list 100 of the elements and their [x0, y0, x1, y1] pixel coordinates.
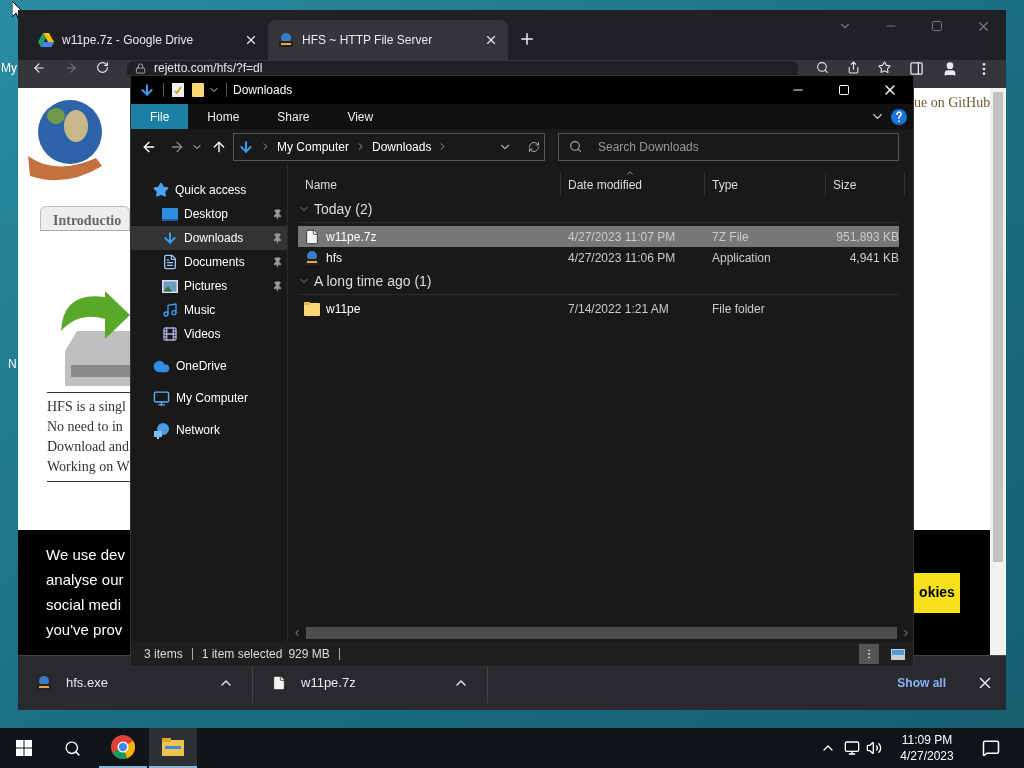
file-icon [271, 675, 287, 691]
app-icon [304, 249, 320, 266]
forward-icon[interactable] [64, 61, 78, 75]
cookie-text-line: We use dev [46, 545, 125, 565]
status-text: 929 MB [288, 646, 330, 663]
column-header[interactable]: Type [705, 173, 826, 196]
film-icon [162, 326, 178, 342]
hfs-icon [278, 32, 294, 48]
scroll-left-icon[interactable] [292, 628, 302, 638]
file-row[interactable]: w11pe 7/14/2022 1:21 AM File folder [298, 298, 899, 319]
scroll-right-icon[interactable] [901, 628, 911, 638]
nav-item[interactable]: Videos [131, 322, 287, 346]
address-bar[interactable]: rejetto.com/hfs/?f=dl [127, 61, 798, 75]
nav-item[interactable]: Network [131, 418, 287, 442]
intro-text-line: No need to in [47, 418, 124, 436]
nav-tab[interactable]: Introductio [40, 206, 130, 230]
desktop-icon-label: My [1, 60, 17, 77]
pin-icon[interactable] [272, 280, 283, 292]
browser-tab[interactable]: HFS ~ HTTP File Server [268, 20, 508, 60]
nav-item[interactable]: Quick access [131, 178, 287, 202]
group-header[interactable]: A long time ago (1) [298, 268, 899, 295]
windows-logo-icon[interactable] [16, 740, 32, 756]
window-title: Downloads [233, 82, 293, 99]
file-row[interactable]: hfs 4/27/2023 11:06 PM Application 4,941 KB [298, 247, 899, 268]
accept-cookies-button[interactable]: okies [914, 572, 960, 613]
pin-icon[interactable] [272, 232, 283, 244]
search-field[interactable]: Search Downloads [558, 132, 899, 161]
browser-tab[interactable]: w11pe.7z - Google Drive [28, 20, 268, 60]
close-tab-icon [484, 33, 498, 47]
ribbon-tab[interactable]: Home [188, 104, 259, 129]
search-icon[interactable] [816, 61, 829, 74]
clock[interactable]: 11:09 PM 4/27/2023 [892, 732, 962, 764]
tab-title: w11pe.7z - Google Drive [62, 32, 195, 49]
pictures-icon [162, 279, 178, 293]
network-icon [153, 421, 170, 439]
ribbon-tab[interactable]: File [131, 104, 189, 129]
desktop-icon-label: N [8, 356, 17, 373]
nav-item[interactable]: OneDrive [131, 354, 287, 378]
close-tab-icon [244, 33, 258, 47]
column-header[interactable]: Size [826, 173, 905, 196]
url-text: rejetto.com/hfs/?f=dl [154, 61, 263, 75]
computer-icon [153, 389, 170, 407]
new-tab-icon[interactable] [518, 30, 536, 48]
download-arrow-icon [139, 82, 155, 98]
star-icon [153, 182, 169, 198]
chrome-logo-icon [111, 735, 135, 759]
column-header[interactable]: Name [298, 173, 561, 196]
desktop-icon [162, 207, 178, 221]
taskbar-app[interactable] [149, 728, 197, 768]
search-icon [569, 139, 582, 153]
intro-text-line: Working on W [47, 458, 130, 476]
document-icon [162, 254, 178, 270]
nav-item[interactable]: Desktop [131, 202, 287, 226]
reload-icon[interactable] [96, 61, 109, 74]
lock-icon [135, 62, 146, 74]
nav-item[interactable]: My Computer [131, 386, 287, 410]
file-row[interactable]: w11pe.7z 4/27/2023 11:07 PM 7Z File 951,893 KB [298, 226, 899, 247]
network-icon[interactable] [844, 740, 860, 756]
nav-item[interactable]: Documents [131, 250, 287, 274]
nav-item[interactable]: Pictures [131, 274, 287, 298]
github-link[interactable]: ue on GitHub [914, 95, 991, 110]
music-note-icon [162, 302, 178, 318]
intro-text-line: HFS is a singl [47, 398, 127, 416]
profile-icon[interactable] [942, 61, 958, 77]
group-header[interactable]: Today (2) [298, 196, 899, 223]
status-text: 3 items [144, 646, 183, 663]
address-bar[interactable]: My Computer Downloads [233, 132, 545, 161]
large-icons-view-icon[interactable] [891, 648, 905, 660]
folder-icon [304, 301, 320, 316]
download-arrow-icon [238, 138, 254, 155]
show-all-link[interactable]: Show all [897, 674, 946, 692]
cookie-text-line: analyse our [46, 570, 125, 590]
app-icon [36, 675, 52, 691]
breadcrumb-item[interactable]: My Computer [277, 137, 350, 156]
volume-icon[interactable] [866, 740, 882, 756]
pin-icon[interactable] [272, 208, 283, 220]
cookie-text-line: you've prov [46, 620, 124, 640]
breadcrumb-item[interactable]: Downloads [372, 137, 432, 156]
drive-triangle-icon [38, 33, 54, 47]
status-text: 1 item selected [201, 646, 283, 663]
pin-icon[interactable] [272, 256, 283, 268]
refresh-icon[interactable] [528, 140, 540, 153]
nav-item[interactable]: Music [131, 298, 287, 322]
tab-title: HFS ~ HTTP File Server [302, 32, 434, 49]
search-icon[interactable] [63, 739, 81, 757]
ribbon-tab[interactable]: View [328, 104, 393, 129]
help-icon[interactable] [891, 108, 907, 125]
side-panel-icon[interactable] [909, 61, 924, 76]
bookmark-star-icon[interactable] [878, 61, 891, 74]
folder-icon [162, 738, 184, 756]
share-icon[interactable] [847, 61, 860, 74]
intro-text-line: Download and [47, 438, 130, 456]
column-header[interactable]: Date modified [561, 173, 705, 196]
back-icon[interactable] [32, 61, 46, 75]
ribbon-tab[interactable]: Share [258, 104, 329, 129]
nav-item[interactable]: Downloads [131, 226, 287, 250]
download-arrow-icon [162, 230, 178, 246]
file-icon [304, 228, 320, 245]
cookie-text-line: social medi [46, 595, 123, 615]
notifications-icon[interactable] [982, 739, 1000, 757]
